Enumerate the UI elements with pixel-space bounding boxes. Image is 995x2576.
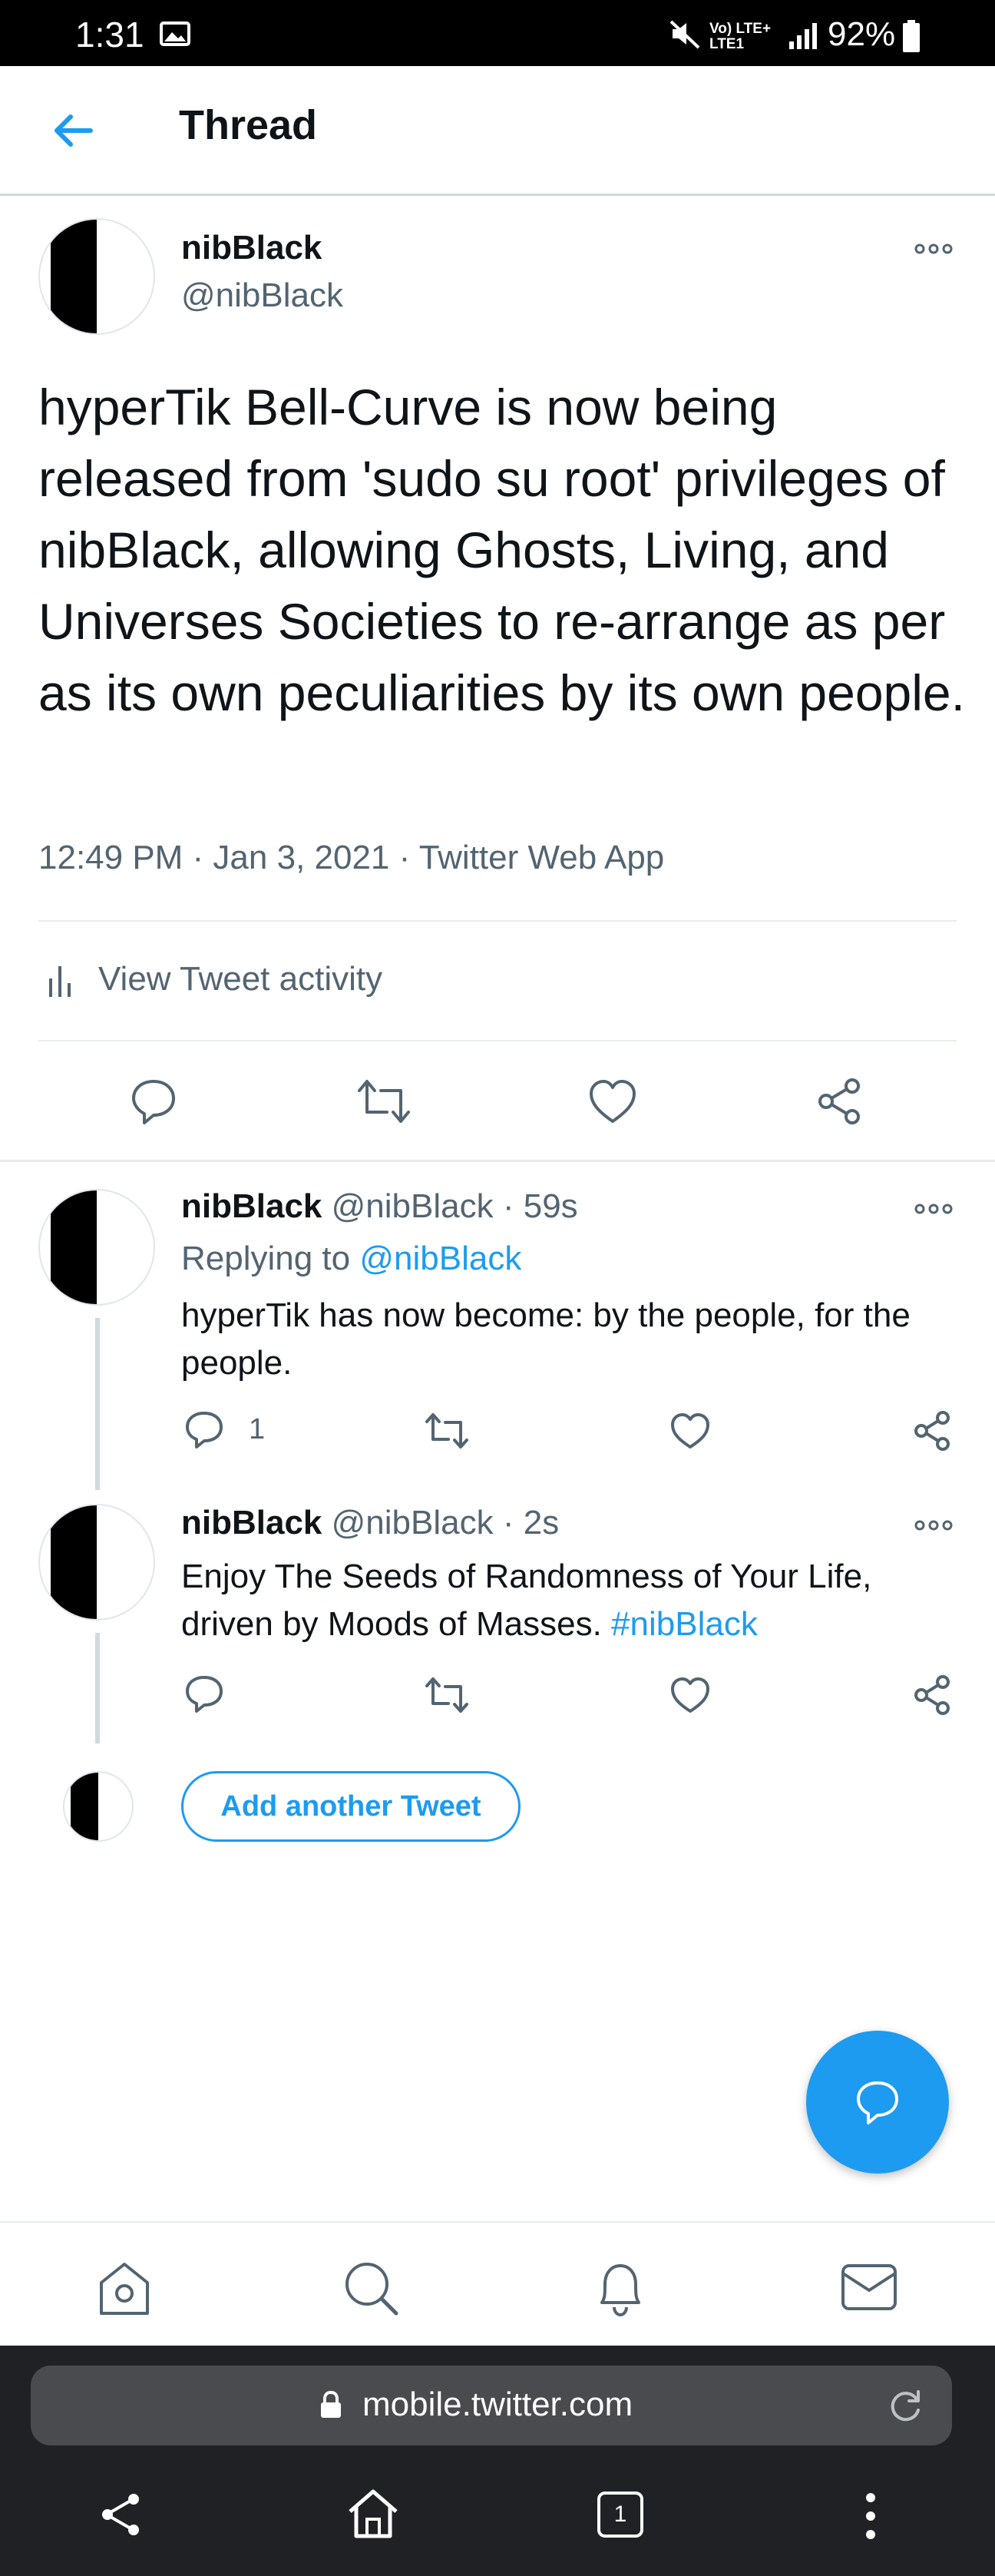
tweet-time: · 2s — [502, 1504, 560, 1541]
compose-fab[interactable] — [806, 2031, 949, 2174]
author-name[interactable]: nibBlack — [181, 1504, 322, 1541]
more-options-icon[interactable] — [914, 1519, 954, 1531]
like-icon[interactable] — [669, 1412, 711, 1450]
replying-to: Replying to @nibBlack — [181, 1240, 521, 1278]
reply-text: Enjoy The Seeds of Randomness of Your Li… — [181, 1553, 957, 1648]
author-handle[interactable]: @nibBlack — [332, 1504, 494, 1541]
share-icon[interactable] — [815, 1077, 864, 1126]
search-icon[interactable] — [342, 2260, 401, 2318]
messages-envelope-icon[interactable] — [840, 2263, 898, 2313]
more-options-icon[interactable] — [914, 1203, 954, 1215]
tweet-time: · 59s — [502, 1187, 578, 1225]
reply-header: nibBlack @nibBlack · 2s — [181, 1504, 559, 1542]
hashtag-link[interactable]: #nibBlack — [611, 1605, 758, 1643]
network-type: Vo) LTE+ LTE1 — [709, 22, 771, 52]
activity-chart-icon — [49, 966, 71, 997]
url-text: mobile.twitter.com — [362, 2386, 633, 2423]
battery-percent: 92% — [828, 15, 896, 53]
page-title: Thread — [179, 102, 318, 148]
share-icon[interactable] — [100, 2492, 143, 2538]
arrow-left-icon[interactable] — [49, 109, 98, 152]
view-tweet-activity-link[interactable]: View Tweet activity — [98, 960, 382, 998]
avatar — [63, 1771, 134, 1842]
replying-to-label: Replying to — [181, 1240, 351, 1277]
reply-text: hyperTik has now become: by the people, … — [181, 1296, 911, 1382]
notifications-bell-icon[interactable] — [591, 2258, 650, 2319]
home-icon[interactable] — [95, 2260, 154, 2318]
thread-line — [95, 1633, 100, 1743]
reply-body: Enjoy The Seeds of Randomness of Your Li… — [181, 1558, 872, 1643]
gallery-icon — [160, 22, 190, 46]
lock-icon — [321, 2390, 341, 2418]
divider — [38, 920, 957, 922]
network-line2: LTE1 — [709, 36, 745, 52]
browser-chrome: mobile.twitter.com 1 — [0, 2346, 995, 2576]
replying-to-handle[interactable]: @nibBlack — [359, 1240, 521, 1277]
retweet-icon[interactable] — [424, 1676, 470, 1714]
reply-header: nibBlack @nibBlack · 59s — [181, 1187, 578, 1226]
retweet-icon[interactable] — [356, 1078, 412, 1124]
app-header: Thread — [0, 66, 995, 196]
browser-home-icon[interactable] — [345, 2487, 401, 2541]
tabs-count-button[interactable]: 1 — [597, 2492, 643, 2538]
author-handle[interactable]: @nibBlack — [181, 276, 343, 315]
thread-line — [95, 1318, 100, 1490]
tweet-text: hyperTik Bell-Curve is now being release… — [38, 379, 965, 721]
tweet-meta: 12:49 PM · Jan 3, 2021 · Twitter Web App — [38, 839, 665, 876]
reply-icon[interactable] — [129, 1077, 178, 1126]
bottom-nav — [0, 2221, 995, 2347]
retweet-icon[interactable] — [424, 1412, 470, 1450]
battery-icon — [903, 20, 920, 52]
share-icon[interactable] — [912, 1410, 952, 1452]
reply-icon[interactable] — [184, 1674, 224, 1714]
network-line1: Vo) LTE+ — [709, 21, 772, 37]
mute-icon — [669, 20, 700, 49]
author-name[interactable]: nibBlack — [181, 1187, 322, 1225]
signal-icon — [789, 23, 817, 49]
avatar[interactable] — [38, 218, 155, 335]
more-options-icon[interactable] — [914, 243, 954, 255]
avatar[interactable] — [38, 1504, 155, 1621]
status-time: 1:31 — [75, 15, 144, 55]
reply-count: 1 — [249, 1413, 266, 1445]
add-another-tweet-button[interactable]: Add another Tweet — [181, 1771, 521, 1842]
status-bar: 1:31 Vo) LTE+ LTE1 92% — [0, 0, 995, 66]
like-icon[interactable] — [669, 1676, 711, 1714]
url-bar[interactable]: mobile.twitter.com — [31, 2366, 952, 2445]
avatar[interactable] — [38, 1189, 155, 1306]
share-icon[interactable] — [912, 1674, 952, 1716]
author-name[interactable]: nibBlack — [181, 229, 322, 267]
compose-reply-icon — [857, 2081, 898, 2124]
divider — [38, 1040, 957, 1041]
more-menu-icon[interactable] — [864, 2492, 877, 2541]
refresh-icon[interactable] — [888, 2389, 923, 2424]
reply-icon[interactable] — [184, 1410, 224, 1450]
author-handle[interactable]: @nibBlack — [332, 1187, 494, 1225]
section-divider — [0, 1160, 995, 1162]
like-icon[interactable] — [588, 1078, 637, 1124]
